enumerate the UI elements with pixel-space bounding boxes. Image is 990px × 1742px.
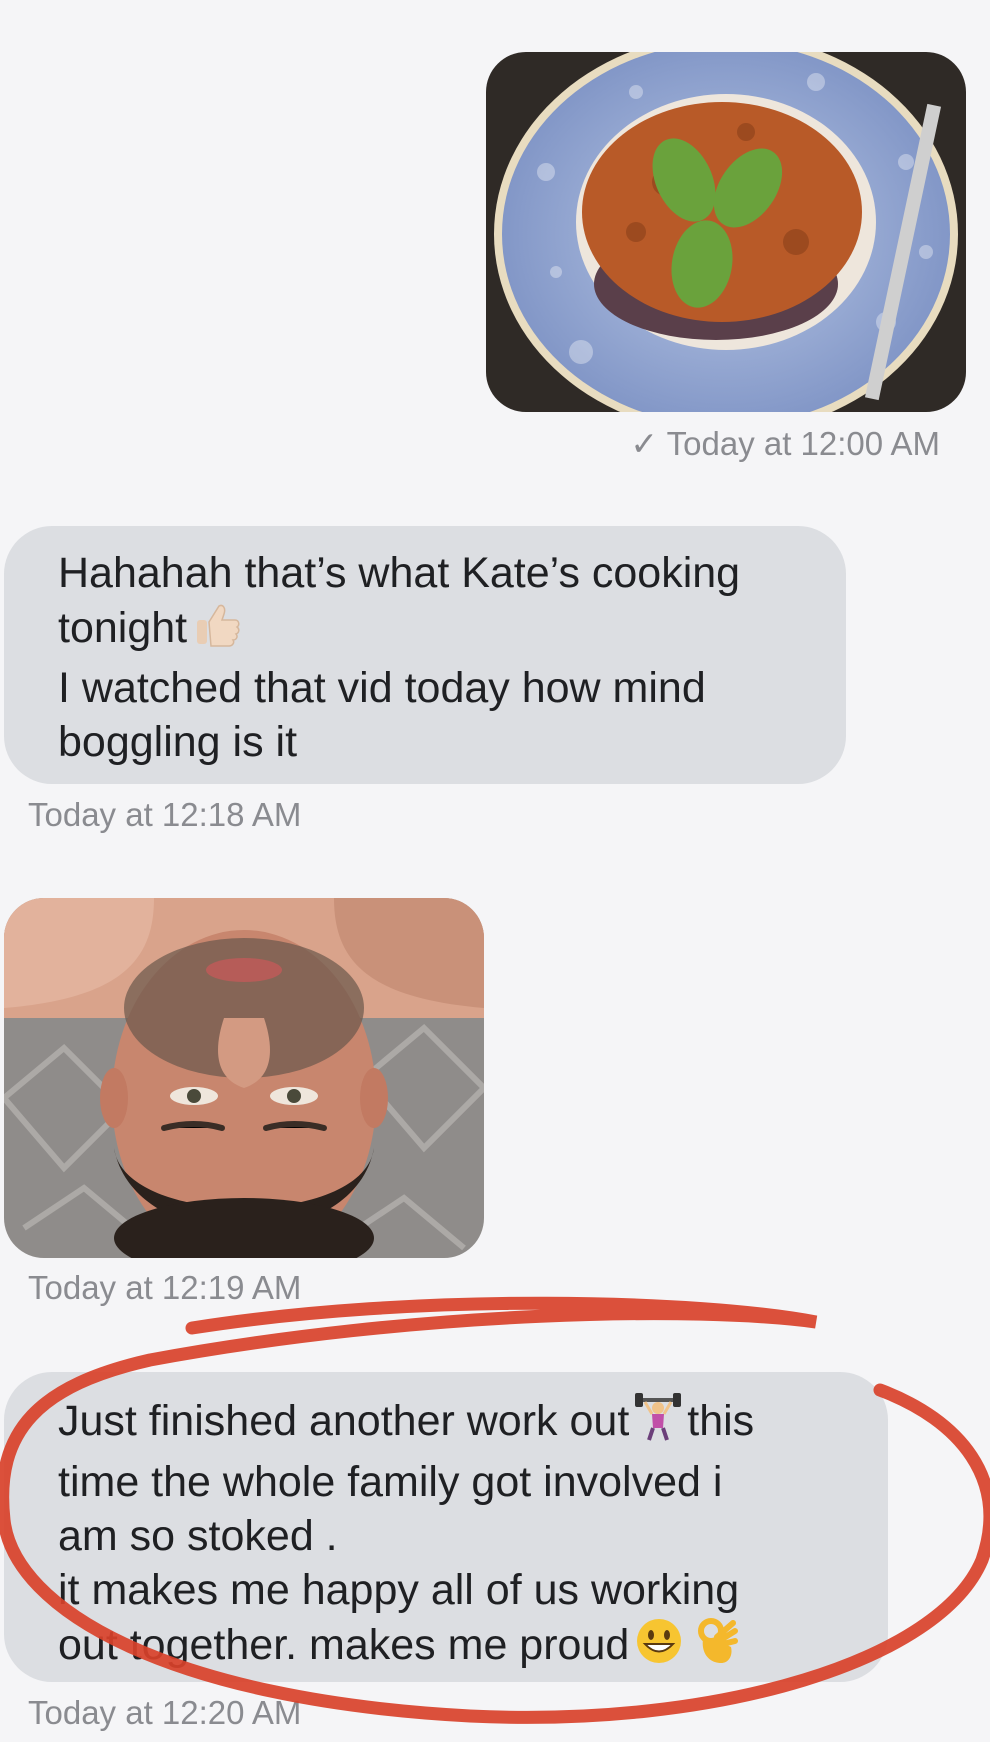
message-line: boggling is it [58,718,298,766]
selfie-photo[interactable] [4,898,484,1258]
timestamp: Today at 12:19 AM [28,1269,302,1306]
pasta-photo[interactable] [486,52,966,412]
message-line-text: tonight [58,603,188,652]
message-bubble[interactable]: Hahahah that’s what Kate’s cooking tonig… [4,526,846,784]
timestamp-text: Today at 12:00 AM [666,425,940,462]
sent-checkmark-icon: ✓ [630,425,659,462]
message-line: it makes me happy all of us working [58,1566,740,1614]
message-line-text: out together. makes me proud [58,1620,630,1669]
timestamp: ✓ Today at 12:00 AM [630,424,940,463]
message-line-with-emoji: Just finished another work out this [58,1392,848,1455]
timestamp: Today at 12:20 AM [28,1694,302,1731]
message-line: am so stoked . [58,1512,338,1560]
timestamp: Today at 12:18 AM [28,796,302,833]
ok-hand-emoji-icon [695,1617,739,1678]
pasta-image [486,52,966,412]
message-line-with-emoji: out together. makes me proud [58,1617,848,1678]
message-bubble[interactable]: Just finished another work out this time… [4,1372,888,1682]
thumbs-up-emoji-icon [193,600,241,661]
message-line: I watched that vid today how mind [58,664,706,712]
selfie-image [4,898,484,1258]
grinning-face-emoji-icon [635,1617,683,1678]
message-line-text: this [687,1396,755,1445]
weight-lifter-emoji-icon [635,1392,682,1455]
message-line-with-emoji: tonight [58,600,806,661]
message-line: Hahahah that’s what Kate’s cooking [58,549,741,597]
message-line: time the whole family got involved i [58,1458,723,1506]
message-line-text: Just finished another work out [58,1396,630,1445]
